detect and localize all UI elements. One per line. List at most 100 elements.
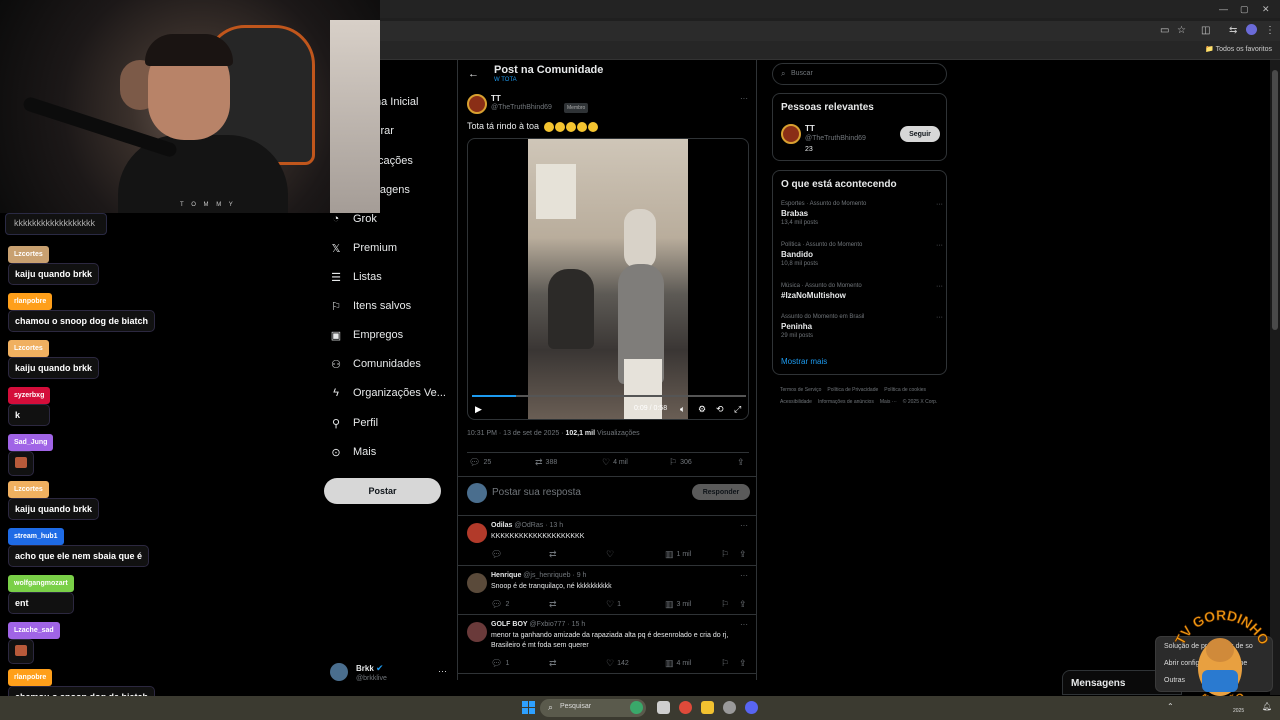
maximize-icon[interactable]: ▢ — [1240, 4, 1249, 15]
footer-link[interactable]: © 2025 X Corp. — [903, 396, 938, 408]
reply-button[interactable]: 💬︎ 2 — [491, 599, 509, 610]
sidebar-item-comunidades[interactable]: ⚇ Comunidades — [330, 358, 421, 371]
footer-link[interactable]: Política de cookies — [884, 384, 926, 396]
minimize-icon[interactable]: — — [1219, 4, 1228, 14]
address-bar[interactable] — [380, 21, 1280, 41]
reply-item[interactable]: Henrique @js_henriqueb · 9 h ··· Snoop é d… — [458, 566, 756, 615]
more-icon[interactable]: ··· — [740, 521, 748, 530]
reply-item[interactable]: Odilas @OdRas · 13 h ··· KKKKKKKKKKKKKKKKK… — [458, 516, 756, 566]
share-button[interactable]: ⇪ — [739, 599, 747, 610]
repost-button[interactable]: ⇄ — [549, 599, 557, 610]
scroll-thumb[interactable] — [1272, 70, 1278, 330]
chat-username[interactable]: Lzcortes — [8, 340, 49, 357]
profile-avatar[interactable] — [1246, 24, 1257, 35]
relevant-handle[interactable]: @TheTruthBhind69 — [805, 135, 866, 142]
like-button[interactable]: ♡ 4 mil — [602, 457, 628, 468]
share-button[interactable]: ⇪ — [739, 658, 747, 669]
more-icon[interactable]: ··· — [936, 314, 943, 321]
back-arrow-icon[interactable]: ← — [468, 68, 479, 80]
windows-start-icon[interactable] — [522, 701, 535, 714]
views-button[interactable]: ▥ 1 mil — [665, 549, 691, 560]
sidebar-item-listas[interactable]: ☰ Listas — [330, 271, 382, 284]
like-button[interactable]: ♡ — [606, 549, 617, 560]
author-handle[interactable]: @TheTruthBhind69 — [491, 104, 552, 111]
footer-link[interactable]: Acessibilidade — [780, 396, 812, 408]
chat-username[interactable]: stream_hub1 — [8, 528, 64, 545]
sidepanel-icon[interactable]: ⇆ — [1229, 25, 1237, 36]
author-name[interactable]: TT — [491, 94, 501, 103]
play-icon[interactable]: ▶ — [475, 404, 482, 415]
avatar[interactable] — [781, 124, 801, 144]
reply-author[interactable]: Henrique — [491, 572, 521, 579]
menu-dots-icon[interactable]: ⋮ — [1265, 25, 1275, 36]
show-more-link[interactable]: Mostrar mais — [781, 357, 827, 366]
avatar[interactable] — [467, 94, 487, 114]
star-icon[interactable]: ☆ — [1177, 25, 1186, 36]
sidebar-item-itens-salvos[interactable]: ⚐ Itens salvos — [330, 300, 411, 313]
post-button[interactable]: Postar — [324, 478, 441, 504]
close-icon[interactable]: ✕ — [1262, 4, 1270, 15]
reply-button[interactable]: 💬︎ — [491, 549, 505, 560]
task-view-icon[interactable] — [657, 701, 670, 714]
repost-button[interactable]: ⇄ — [549, 549, 557, 560]
volume-icon[interactable]: 🔈︎ — [680, 404, 685, 415]
repost-video-icon[interactable]: ⟲ — [716, 404, 724, 415]
sidebar-item-organizações-ve[interactable]: ϟ Organizações Ve... — [330, 387, 446, 399]
chat-username[interactable]: wolfgangmozart — [8, 575, 74, 592]
tray-chevron-icon[interactable]: ⌃ — [1167, 702, 1174, 711]
footer-link[interactable]: Política de Privacidade — [827, 384, 878, 396]
like-button[interactable]: ♡ 1 — [606, 599, 621, 610]
more-icon[interactable]: ··· — [740, 679, 748, 680]
chat-username[interactable]: Lzache_sad — [8, 622, 60, 639]
chat-username[interactable]: syzerbxg — [8, 387, 51, 404]
relevant-name[interactable]: TT — [805, 124, 815, 133]
bookmark-button[interactable]: ⚐ — [721, 658, 729, 669]
more-icon[interactable]: ··· — [936, 201, 943, 208]
share-button[interactable]: ⇪ — [739, 549, 747, 560]
video-player[interactable]: ▶ 0:09 / 0:58 🔈︎ ⚙ ⟲ ⤢ — [467, 138, 749, 420]
reply-item[interactable]: Ghostface @Kauaog_K13 · 13 h···os cara c… — [458, 674, 756, 680]
reply-item[interactable]: GOLF BOY @Fxbio777 · 15 h ··· menor ta gan… — [458, 615, 756, 674]
trend-item[interactable]: Esportes · Assunto do Momento Brabas 13,4 … — [781, 201, 943, 226]
bookmark-button[interactable]: ⚐ — [721, 549, 729, 560]
chat-username[interactable]: Sad_Jung — [8, 434, 54, 451]
more-icon[interactable]: ··· — [740, 571, 748, 580]
more-icon[interactable]: ··· — [438, 666, 447, 676]
sidebar-item-premium[interactable]: 𝕏 Premium — [330, 242, 397, 255]
search-input[interactable]: ⌕ Buscar — [772, 63, 947, 85]
trend-item[interactable]: Política · Assunto do Momento Bandido 10,8… — [781, 242, 943, 267]
more-icon[interactable]: ··· — [740, 620, 748, 629]
extensions-icon[interactable]: ◫ — [1201, 25, 1210, 36]
reply-author[interactable]: GOLF BOY — [491, 621, 528, 628]
sidebar-item-grok[interactable]: ◔ Grok — [330, 213, 377, 225]
chat-username[interactable]: Lzcortes — [8, 481, 49, 498]
views-button[interactable]: ▥ 3 mil — [665, 599, 691, 610]
more-icon[interactable]: ··· — [936, 242, 943, 249]
discord-icon[interactable] — [745, 701, 758, 714]
footer-link[interactable]: Informações de anúncios — [818, 396, 874, 408]
chat-username[interactable]: rlanpobre — [8, 669, 53, 686]
sidebar-item-empregos[interactable]: ▣ Empregos — [330, 329, 403, 342]
account-switcher[interactable]: Brkk ✔ @brkklive ··· — [330, 663, 450, 685]
widgets-icon[interactable] — [630, 701, 643, 714]
more-icon[interactable]: ··· — [936, 283, 943, 290]
trend-item[interactable]: Assunto do Momento em Brasil Peninha 29 mi… — [781, 314, 943, 339]
repost-button[interactable]: ⇄ 388 — [535, 457, 557, 468]
notification-icon[interactable]: 🔔︎ — [1262, 702, 1272, 711]
like-button[interactable]: ♡ 142 — [606, 658, 629, 669]
bookmark-button[interactable]: ⚐ — [721, 599, 729, 610]
reply-submit-button[interactable]: Responder — [692, 484, 750, 500]
views-button[interactable]: ▥ 4 mil — [665, 658, 691, 669]
reply-button[interactable]: 💬︎ 1 — [491, 658, 509, 669]
all-bookmarks[interactable]: 📁 Todos os favoritos — [1205, 45, 1272, 53]
avatar[interactable] — [467, 573, 487, 593]
cast-icon[interactable]: ▭ — [1160, 25, 1169, 36]
community-name[interactable]: W TOTA — [494, 77, 517, 83]
bookmark-button[interactable]: ⚐ 306 — [669, 457, 692, 468]
follow-button[interactable]: Seguir — [900, 126, 940, 142]
settings-gear-icon[interactable]: ⚙ — [698, 404, 706, 415]
settings-icon[interactable] — [723, 701, 736, 714]
chat-username[interactable]: rlanpobre — [8, 293, 53, 310]
reply-input[interactable]: Postar sua resposta — [492, 487, 581, 498]
video-progress-bar[interactable] — [472, 395, 746, 397]
